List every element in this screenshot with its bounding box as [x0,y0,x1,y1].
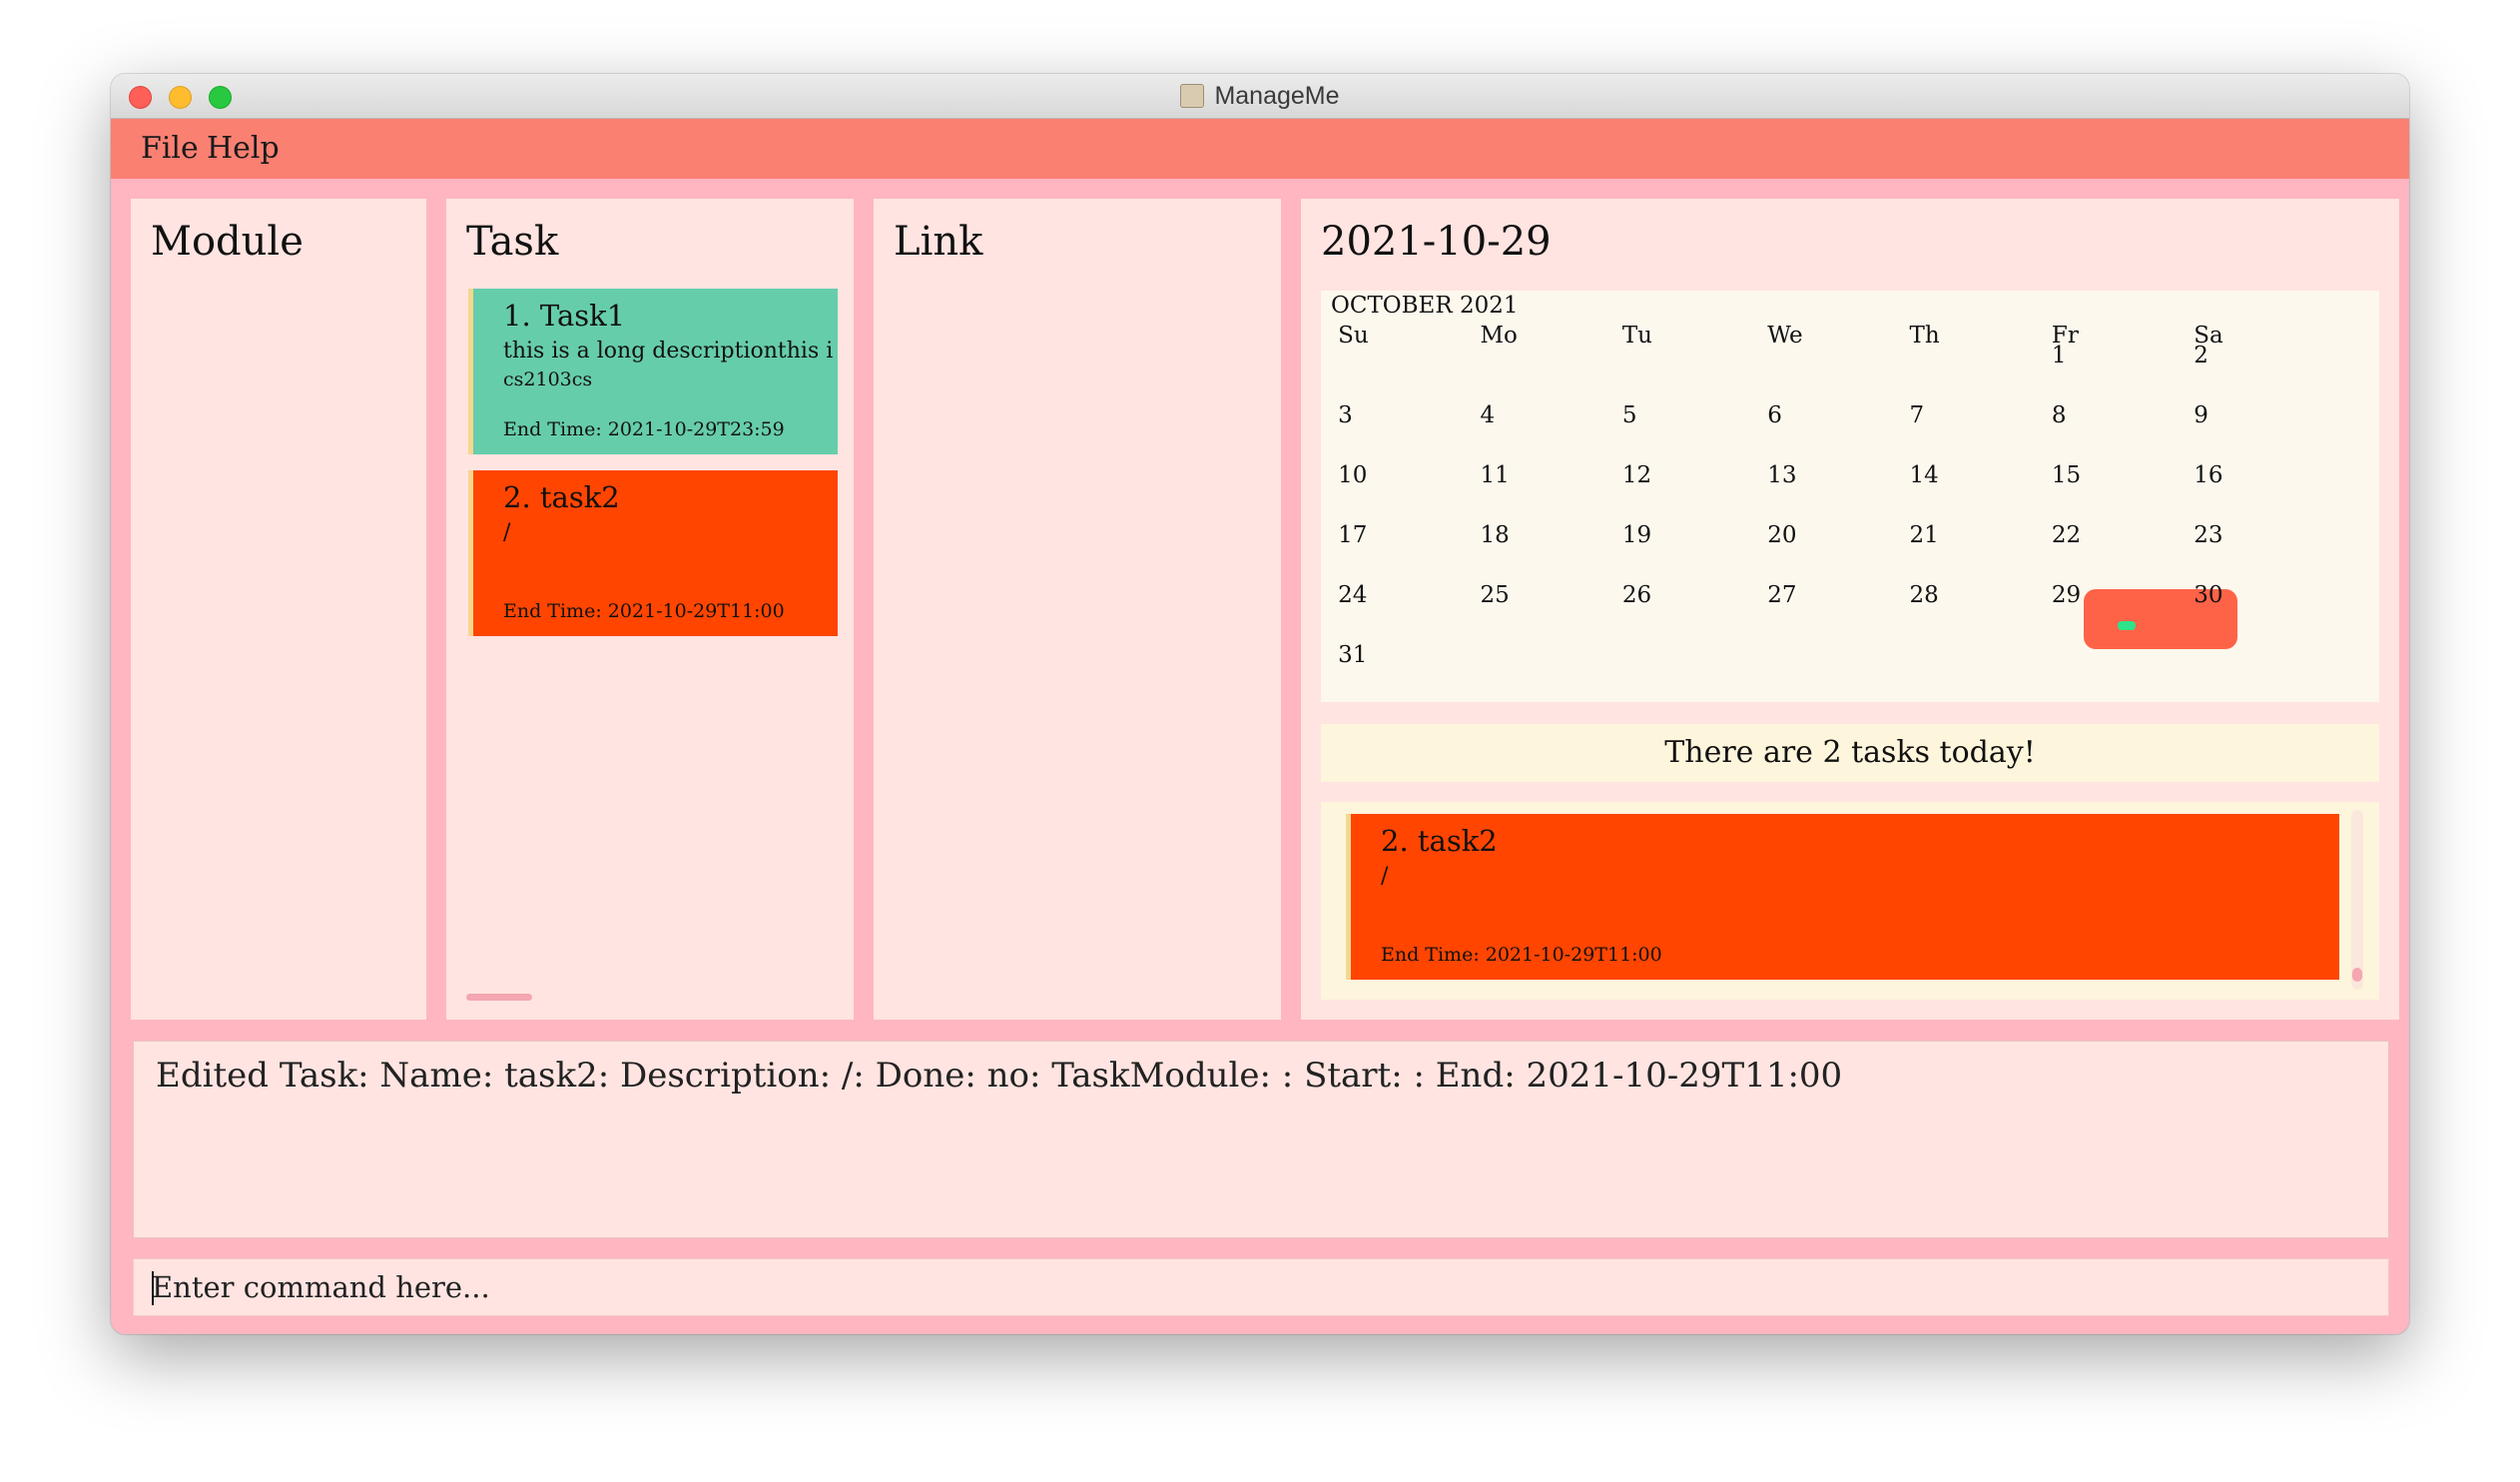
calendar-day[interactable]: 16 [2194,462,2222,488]
task-card-2[interactable]: 2. task2 / End Time: 2021-10-29T11:00 [468,470,838,636]
calendar-day[interactable]: 8 [2052,402,2067,428]
title-bar: ManageMe [111,74,2409,119]
task-card-description: / [503,520,511,545]
link-panel-title: Link [894,219,983,265]
calendar-day-selected[interactable]: 29 [2052,582,2081,608]
calendar-day[interactable]: 3 [1338,402,1353,428]
command-input[interactable] [134,1259,2388,1315]
calendar-day[interactable]: 1 [2052,343,2067,369]
calendar-day[interactable]: 25 [1480,582,1509,608]
today-task-list: 2. task2 / End Time: 2021-10-29T11:00 [1321,802,2379,1000]
calendar-day[interactable]: 5 [1622,402,1637,428]
calendar-day[interactable]: 15 [2052,462,2081,488]
weekday-header: Su [1338,323,1369,349]
task-card-title: 1. Task1 [503,299,626,333]
calendar-day[interactable]: 24 [1338,582,1367,608]
calendar-day[interactable]: 23 [2194,522,2222,548]
task-panel: Task 1. Task1 this is a long description… [446,199,854,1020]
command-box [133,1258,2389,1316]
calendar-day[interactable]: 17 [1338,522,1367,548]
text-caret [152,1271,154,1305]
calendar-day[interactable]: 20 [1767,522,1796,548]
calendar-day[interactable]: 19 [1622,522,1651,548]
today-list-scroll-thumb[interactable] [2352,968,2362,982]
window-title-text: ManageMe [1214,82,1340,110]
calendar-panel: 2021-10-29 OCTOBER 2021 Su Mo Tu We Th Fr Sa 1… [1301,199,2399,1020]
weekday-header: Mo [1480,323,1518,349]
weekday-header: We [1767,323,1803,349]
calendar-date-title: 2021-10-29 [1321,219,1552,265]
calendar-day[interactable]: 21 [1910,522,1939,548]
today-list-scrollbar[interactable] [2351,810,2363,990]
menu-bar: File Help [111,119,2409,179]
task-card-description: this is a long descriptionthis is a [503,339,834,364]
calendar-day[interactable]: 27 [1767,582,1796,608]
tasks-today-banner: There are 2 tasks today! [1321,724,2379,782]
app-icon [1180,84,1205,108]
app-window: ManageMe File Help Module Task 1. Task1 … [111,74,2409,1334]
task-card-end-time: End Time: 2021-10-29T11:00 [503,600,785,622]
menu-help[interactable]: Help [199,127,288,170]
calendar-grid: OCTOBER 2021 Su Mo Tu We Th Fr Sa 1 2 3 4 5 6 7 8 9 10 1… [1321,291,2379,702]
calendar-day[interactable]: 11 [1480,462,1509,488]
task-indicator-dot [2118,621,2136,630]
menu-file[interactable]: File [133,127,207,170]
task-card-end-time: End Time: 2021-10-29T11:00 [1381,944,1662,966]
task-card-1[interactable]: 1. Task1 this is a long descriptionthis … [468,289,838,454]
module-panel-title: Module [151,219,304,265]
result-text: Edited Task: Name: task2: Description: /… [156,1056,1843,1096]
calendar-day[interactable]: 22 [2052,522,2081,548]
calendar-day[interactable]: 7 [1910,402,1925,428]
calendar-month-label: OCTOBER 2021 [1331,293,1519,319]
weekday-header: Th [1909,323,1940,349]
task-card-end-time: End Time: 2021-10-29T23:59 [503,418,785,440]
task-card-title: 2. task2 [1381,824,1498,858]
calendar-day[interactable]: 28 [1910,582,1939,608]
calendar-day[interactable]: 31 [1338,642,1367,668]
link-panel: Link [874,199,1281,1020]
calendar-day[interactable]: 10 [1338,462,1367,488]
result-display: Edited Task: Name: task2: Description: /… [133,1041,2389,1238]
today-task-card-1[interactable]: 2. task2 / End Time: 2021-10-29T11:00 [1346,814,2339,980]
calendar-day[interactable]: 12 [1622,462,1651,488]
calendar-day[interactable]: 9 [2194,402,2208,428]
window-title: ManageMe [111,82,2409,111]
task-card-description: / [1381,864,1389,889]
task-panel-title: Task [466,219,559,265]
module-panel: Module [131,199,426,1020]
calendar-day[interactable]: 13 [1767,462,1796,488]
calendar-day[interactable]: 14 [1910,462,1939,488]
task-card-module: cs2103cs [503,369,593,390]
calendar-day[interactable]: 30 [2194,582,2222,608]
calendar-day[interactable]: 26 [1622,582,1651,608]
task-card-title: 2. task2 [503,480,620,514]
task-list-scrollbar[interactable] [466,994,532,1001]
calendar-day[interactable]: 2 [2194,343,2208,369]
calendar-day[interactable]: 18 [1480,522,1509,548]
calendar-day[interactable]: 6 [1767,402,1782,428]
calendar-day[interactable]: 4 [1480,402,1495,428]
weekday-header: Tu [1621,323,1652,349]
